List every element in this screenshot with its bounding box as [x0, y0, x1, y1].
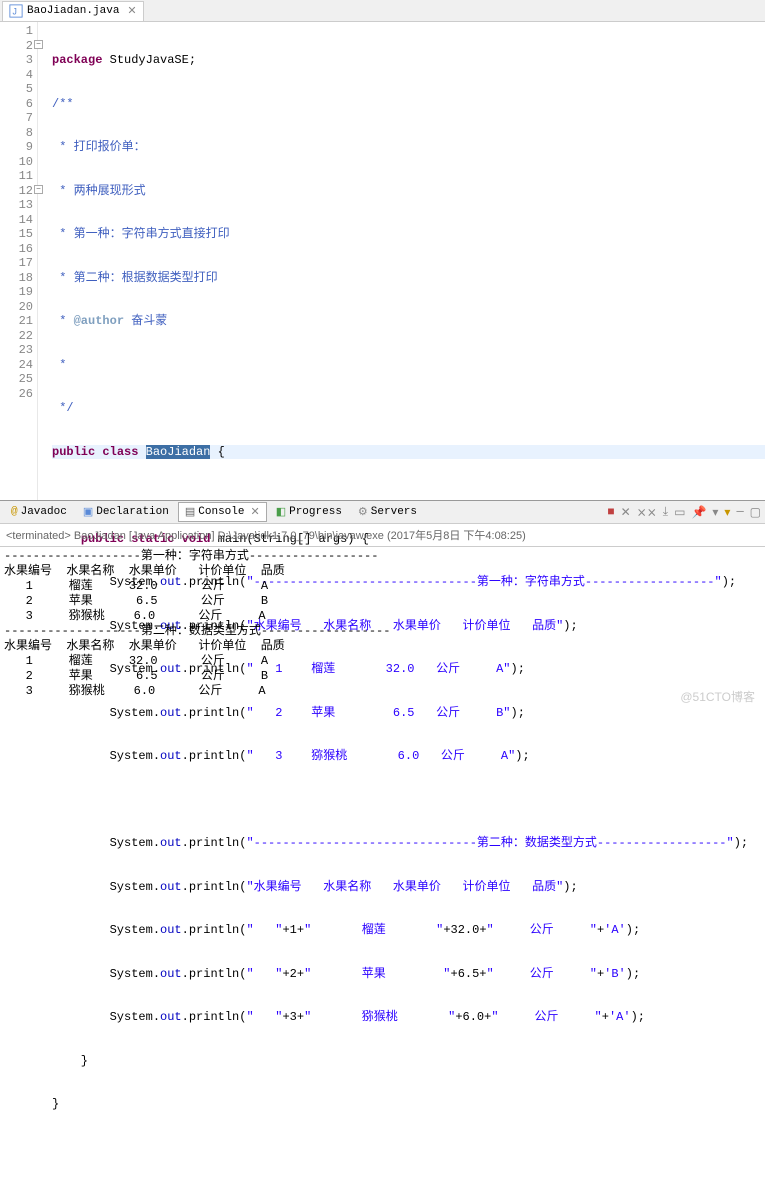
terminate-icon[interactable]: ■: [607, 505, 614, 520]
svg-text:J: J: [13, 7, 17, 17]
selected-text: BaoJiadan: [146, 445, 211, 459]
line-number: 3: [0, 53, 33, 68]
tab-servers[interactable]: ⚙Servers: [351, 502, 424, 522]
line-number: 21: [0, 314, 33, 329]
console-toolbar: ■ ✕ ⨯⨯ ⤓ ▭ 📌 ▾ ▾ ─ ▢: [607, 505, 761, 520]
line-number: 23: [0, 343, 33, 358]
line-number: 12−: [0, 184, 33, 199]
line-number: 9: [0, 140, 33, 155]
line-number: 14: [0, 213, 33, 228]
tab-progress[interactable]: ◧Progress: [269, 502, 349, 522]
line-number: 2−: [0, 39, 33, 54]
display-icon[interactable]: ▾: [712, 505, 718, 520]
line-number: 13: [0, 198, 33, 213]
fold-icon[interactable]: −: [34, 185, 43, 194]
line-number: 26: [0, 387, 33, 402]
line-number: 22: [0, 329, 33, 344]
close-icon[interactable]: ✕: [127, 4, 136, 18]
scroll-lock-icon[interactable]: ⤓: [663, 505, 668, 520]
remove-icon[interactable]: ✕: [621, 505, 631, 520]
watermark: @51CTO博客: [680, 688, 755, 705]
tab-javadoc[interactable]: @Javadoc: [4, 503, 74, 521]
line-number: 15: [0, 227, 33, 242]
line-number: 25: [0, 372, 33, 387]
line-number: 19: [0, 285, 33, 300]
remove-all-icon[interactable]: ⨯⨯: [637, 505, 657, 520]
line-number: 5: [0, 82, 33, 97]
line-number: 24: [0, 358, 33, 373]
code-editor[interactable]: 1 2− 3 4 5 6 7 8 9 10 11 12− 13 14 15 16…: [0, 22, 765, 500]
line-number: 10: [0, 155, 33, 170]
java-file-icon: J: [9, 4, 23, 18]
progress-icon: ◧: [276, 505, 286, 519]
tab-baojiadan[interactable]: J BaoJiadan.java ✕: [2, 1, 144, 21]
line-number: 8: [0, 126, 33, 141]
line-number: 1: [0, 24, 33, 39]
line-number: 16: [0, 242, 33, 257]
code-area[interactable]: package StudyJavaSE; /** * 打印报价单： * 两种展现…: [38, 22, 765, 500]
line-gutter: 1 2− 3 4 5 6 7 8 9 10 11 12− 13 14 15 16…: [0, 22, 38, 500]
minimize-icon[interactable]: ─: [736, 505, 743, 520]
maximize-icon[interactable]: ▢: [750, 505, 761, 520]
open-console-icon[interactable]: ▾: [724, 505, 730, 520]
tab-label: BaoJiadan.java: [27, 5, 119, 17]
line-number: 20: [0, 300, 33, 315]
line-number: 17: [0, 256, 33, 271]
line-number: 18: [0, 271, 33, 286]
declaration-icon: ▣: [83, 505, 93, 519]
javadoc-icon: @: [11, 506, 18, 518]
line-number: 4: [0, 68, 33, 83]
pin-icon[interactable]: 📌: [691, 505, 706, 520]
fold-icon[interactable]: −: [34, 40, 43, 49]
clear-console-icon[interactable]: ▭: [674, 505, 685, 520]
tab-console[interactable]: ▤Console✕: [178, 502, 267, 522]
line-number: 6: [0, 97, 33, 112]
tab-declaration[interactable]: ▣Declaration: [76, 502, 176, 522]
servers-icon: ⚙: [358, 505, 368, 519]
close-icon[interactable]: ✕: [250, 505, 259, 519]
line-number: 7: [0, 111, 33, 126]
editor-tab-bar: J BaoJiadan.java ✕: [0, 0, 765, 22]
console-icon: ▤: [185, 505, 195, 519]
line-number: 11: [0, 169, 33, 184]
